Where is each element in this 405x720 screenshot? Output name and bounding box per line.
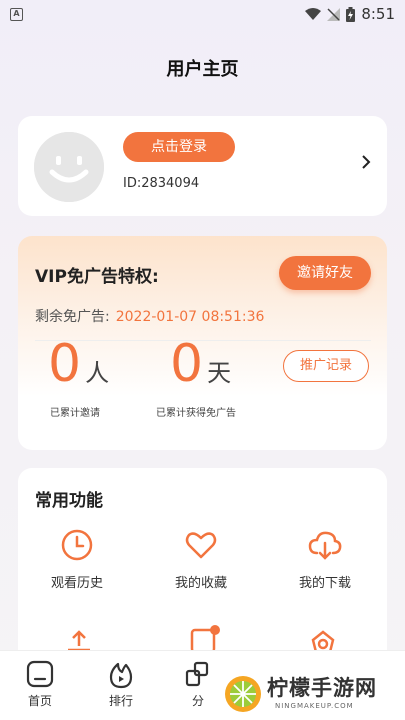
page-title: 用户主页 xyxy=(166,59,239,80)
chevron-right-icon[interactable] xyxy=(361,154,371,170)
invited-count: 0 xyxy=(48,334,82,394)
watch-history-label: 观看历史 xyxy=(50,576,103,591)
vip-title: VIP免广告特权: xyxy=(35,267,159,287)
edit-feedback-icon[interactable] xyxy=(188,624,222,652)
wifi-icon xyxy=(305,7,322,20)
downloads-label: 我的下载 xyxy=(298,576,351,591)
flame-icon xyxy=(109,662,133,689)
watermark: 柠檬手游网 NINGMAKEUP.COM xyxy=(215,670,405,720)
remaining-ad-free: 剩余免广告: 2022-01-07 08:51:36 xyxy=(35,306,264,326)
functions-title: 常用功能 xyxy=(35,491,103,511)
tab-home-label: 首页 xyxy=(27,694,52,708)
ad-free-days-unit: 天 xyxy=(207,359,232,387)
watermark-sub: NINGMAKEUP.COM xyxy=(275,702,354,710)
app-notification-icon: A xyxy=(10,7,23,21)
invited-unit: 人 xyxy=(85,359,110,387)
common-functions-card: 常用功能 观看历史 我的收藏 我的下载 xyxy=(18,468,387,668)
invite-friends-button[interactable]: 邀请好友 xyxy=(279,256,371,290)
clock-time: 8:51 xyxy=(361,5,395,23)
battery-icon xyxy=(346,6,356,22)
invited-label: 已累计邀请 xyxy=(50,408,100,419)
tab-ranking-label: 排行 xyxy=(108,694,133,708)
category-icon xyxy=(185,661,209,687)
favorites-item[interactable]: 我的收藏 xyxy=(151,528,251,591)
remaining-value: 2022-01-07 08:51:36 xyxy=(115,309,265,325)
ad-free-days-count: 0 xyxy=(170,334,204,394)
tab-home[interactable]: 首页 xyxy=(5,659,75,709)
no-signal-icon xyxy=(327,7,341,21)
user-id: ID:2834094 xyxy=(123,176,200,191)
watermark-text: 柠檬手游网 xyxy=(267,676,377,700)
ad-free-days-label: 已累计获得免广告 xyxy=(156,408,236,419)
status-bar: A 8:51 xyxy=(0,0,405,28)
clock-icon xyxy=(61,529,93,561)
heart-icon xyxy=(185,532,217,559)
user-card[interactable]: 点击登录 ID:2834094 xyxy=(18,116,387,216)
downloads-item[interactable]: 我的下载 xyxy=(275,528,375,591)
tab-ranking[interactable]: 排行 xyxy=(86,659,156,709)
home-icon xyxy=(26,660,54,688)
invited-count-stat: 0 人 xyxy=(48,334,109,394)
smiley-avatar-icon xyxy=(34,132,104,202)
avatar[interactable] xyxy=(34,132,104,202)
vip-card: VIP免广告特权: 邀请好友 剩余免广告: 2022-01-07 08:51:36… xyxy=(18,236,387,450)
lemon-logo-icon xyxy=(225,676,261,712)
settings-icon[interactable] xyxy=(308,628,338,652)
cloud-download-icon xyxy=(308,531,342,560)
watch-history-item[interactable]: 观看历史 xyxy=(27,528,127,591)
favorites-label: 我的收藏 xyxy=(174,576,227,591)
remaining-label: 剩余免广告: xyxy=(35,309,110,325)
promotion-records-button[interactable]: 推广记录 xyxy=(283,350,369,382)
upload-icon[interactable] xyxy=(64,628,94,652)
login-button[interactable]: 点击登录 xyxy=(123,132,235,162)
ad-free-days-stat: 0 天 xyxy=(170,334,231,394)
